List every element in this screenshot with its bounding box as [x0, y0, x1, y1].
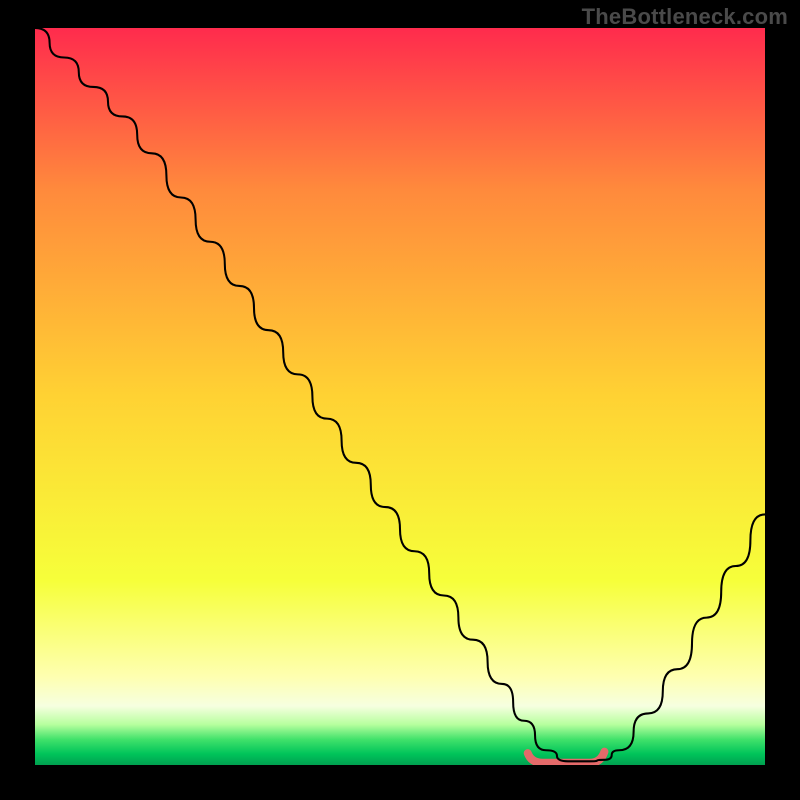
- bottleneck-plot: [35, 28, 765, 765]
- chart-frame: TheBottleneck.com: [0, 0, 800, 800]
- gradient-background: [35, 28, 765, 765]
- plot-svg: [35, 28, 765, 765]
- watermark-text: TheBottleneck.com: [582, 4, 788, 30]
